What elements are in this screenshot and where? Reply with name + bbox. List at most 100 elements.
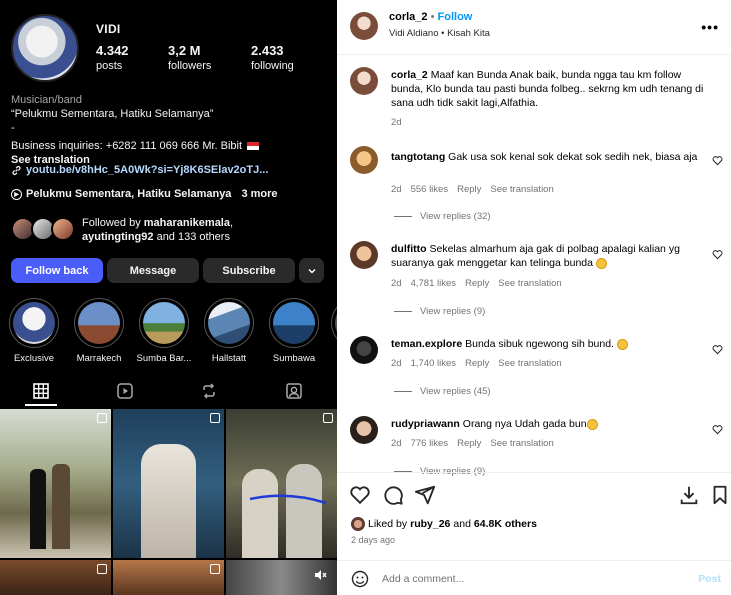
highlight-marrakech[interactable]: Marrakech [74,298,124,364]
more-options-icon[interactable]: ••• [701,19,719,35]
comment-avatar[interactable] [350,241,378,269]
reply-button[interactable]: Reply [457,184,481,195]
highlight-sumba-barat[interactable]: Sumba Bar... [137,298,191,364]
bio-line-3: Business inquiries: +6282 111 069 666 Mr… [11,139,329,153]
comment-likes[interactable]: 556 likes [411,184,449,195]
audio-song: Kisah Kita [447,28,490,39]
emoji-picker-icon[interactable] [351,570,369,588]
chevron-down-icon [308,268,315,273]
reply-button[interactable]: Reply [465,278,489,289]
grid-post-2[interactable] [113,409,224,558]
liked-by-and: and [453,518,471,530]
comment-avatar[interactable] [350,416,378,444]
highlight-hallstatt[interactable]: Hallstatt [204,298,254,364]
liked-by[interactable]: Liked by ruby_26 and 64.8K others [351,517,537,531]
grid-post-4[interactable] [0,560,111,595]
post-audio[interactable]: Vidi Aldiano • Kisah Kita [389,28,490,39]
view-replies-label: View replies (45) [420,386,491,397]
comment-user[interactable]: teman.explore [391,338,462,350]
grid-icon[interactable] [32,382,50,400]
comment-likes[interactable]: 1,740 likes [411,358,456,369]
stat-followers[interactable]: 3,2 M followers [168,43,211,72]
heart-icon[interactable] [712,249,723,260]
comment-body: Bunda sibuk ngewong sih bund. [465,338,614,350]
comment-likes[interactable]: 776 likes [411,438,449,449]
follow-back-button[interactable]: Follow back [11,258,103,283]
subscribe-button[interactable]: Subscribe [203,258,295,283]
see-translation-button[interactable]: See translation [498,358,561,369]
liked-by-count[interactable]: 64.8K others [474,518,537,530]
post-author[interactable]: corla_2 [389,11,428,23]
message-button[interactable]: Message [107,258,199,283]
download-icon[interactable] [678,484,700,506]
comment-text: dulfitto Sekelas almarhum aja gak di pol… [391,242,711,270]
comment-user[interactable]: dulfitto [391,243,427,255]
stat-followers-label: followers [168,60,212,72]
post-author-row: corla_2 • Follow [389,11,472,23]
comment-icon[interactable] [382,484,404,506]
bio-line-1: “Pelukmu Sementara, Hatiku Selamanya” [11,108,214,120]
post-date: 2 days ago [351,535,396,545]
carousel-icon [97,413,107,423]
view-replies-button[interactable]: View replies (45) [394,386,491,397]
comment-user[interactable]: rudypriawann [391,418,460,430]
caption-avatar[interactable] [350,67,378,95]
grid-post-5[interactable] [113,560,224,595]
emoji-icon [595,257,607,269]
heart-icon[interactable] [712,155,723,166]
like-heart-icon[interactable] [349,484,371,506]
carousel-icon [210,413,220,423]
comment-user[interactable]: tangtotang [391,151,445,163]
comment-likes[interactable]: 4,781 likes [411,278,456,289]
profile-category: Musician/band [11,94,82,106]
separator-dot: • [430,11,435,23]
suggested-chevron-button[interactable] [299,258,324,283]
add-comment-input[interactable]: Add a comment... [382,573,464,585]
liked-by-user[interactable]: ruby_26 [410,518,450,530]
grid-post-1[interactable] [0,409,111,558]
grid-post-3[interactable] [226,409,337,558]
tagged-icon[interactable] [285,382,303,400]
highlight-exclusive[interactable]: Exclusive [9,298,59,364]
post-actions: Liked by ruby_26 and 64.8K others 2 days… [337,472,731,595]
highlight-sumbawa[interactable]: Sumbawa [269,298,319,364]
comment-avatar[interactable] [350,336,378,364]
view-replies-button[interactable]: View replies (9) [394,306,485,317]
stat-following-value: 2.433 [251,43,284,58]
follow-button[interactable]: Follow [438,11,473,23]
stat-posts[interactable]: 4.342 posts [96,43,129,72]
threads-more[interactable]: 3 more [241,188,277,200]
followed-by-rest: and 133 others [153,231,230,243]
heart-icon[interactable] [712,344,723,355]
separator-dot: • [441,28,445,39]
bio-line-2: - [11,122,15,134]
heart-icon[interactable] [712,424,723,435]
share-icon[interactable] [414,484,436,506]
stat-following[interactable]: 2.433 following [251,43,294,72]
stat-followers-value: 3,2 M [168,43,201,58]
drawn-line [249,494,327,505]
caption-user[interactable]: corla_2 [391,69,428,81]
see-translation-button[interactable]: See translation [498,278,561,289]
profile-avatar[interactable] [11,14,79,82]
reposts-icon[interactable] [200,382,218,400]
reply-button[interactable]: Reply [457,438,481,449]
followed-by-avatars[interactable] [11,217,77,243]
see-translation-button[interactable]: See translation [490,438,553,449]
followed-by-text[interactable]: Followed by maharanikemala, ayutingting9… [82,216,233,244]
post-comment-button[interactable]: Post [698,573,721,585]
reply-button[interactable]: Reply [465,358,489,369]
comment-meta: 2d 4,781 likes Reply See translation [391,278,562,289]
reels-icon[interactable] [116,382,134,400]
follower-avatar-3 [51,217,75,241]
author-avatar[interactable] [350,12,378,40]
comment-avatar[interactable] [350,146,378,174]
mute-icon[interactable] [313,568,327,582]
see-translation-button[interactable]: See translation [490,184,553,195]
profile-link[interactable]: youtu.be/v8hHc_5A0Wk?si=Yj8K6SElav2oTJ..… [11,164,268,176]
grid-post-6[interactable] [226,560,337,595]
threads-badge[interactable]: ▶ Pelukmu Sementara, Hatiku Selamanya 3 … [11,188,278,200]
bookmark-icon[interactable] [709,484,731,506]
view-replies-button[interactable]: View replies (32) [394,211,491,222]
profile-username: VIDI [96,22,121,36]
